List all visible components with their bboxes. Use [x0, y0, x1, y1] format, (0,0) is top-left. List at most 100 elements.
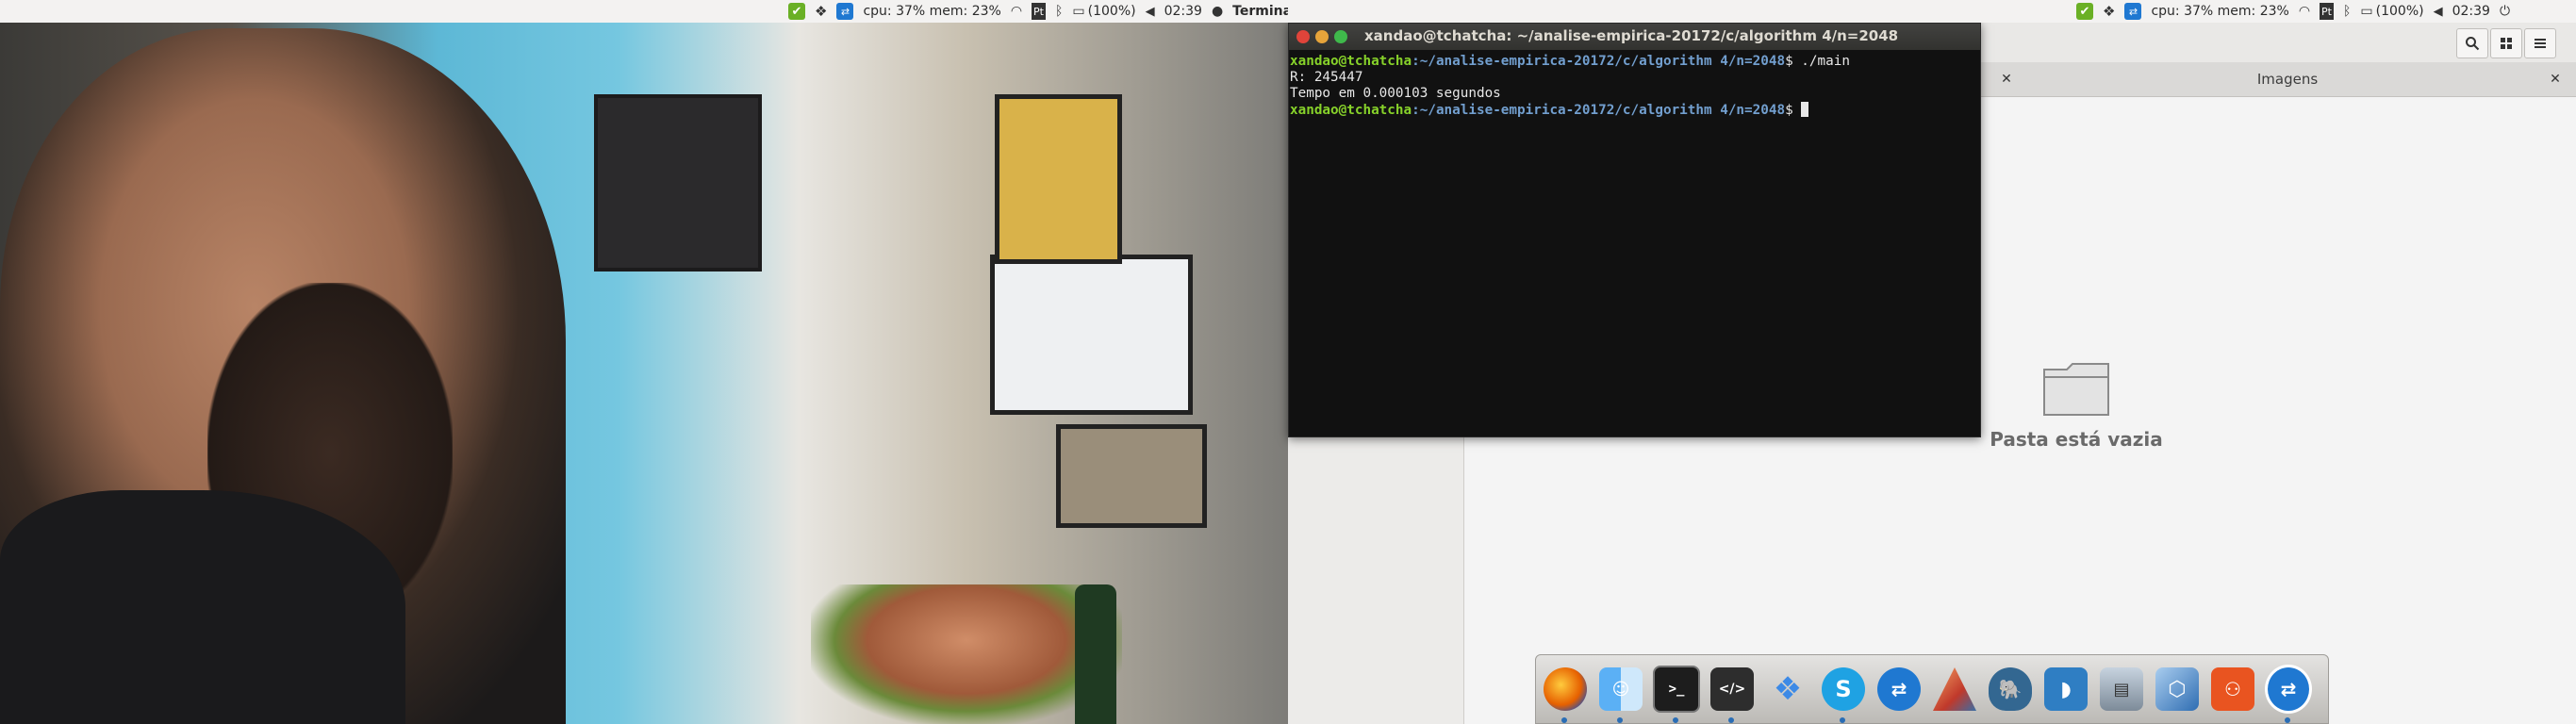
view-grid-button[interactable] [2490, 28, 2522, 58]
clock[interactable]: 02:39 [1164, 3, 1202, 20]
cpu-mem-indicator[interactable]: cpu: 37% mem: 23% [863, 3, 1000, 20]
dock-item-teamviewer-2[interactable]: ⇄ [2265, 663, 2312, 723]
battery-percentage[interactable]: (100%) [2376, 3, 2424, 20]
system-tray: ✔ ❖ ⇄ cpu: 37% mem: 23% ◠ Pt ᛒ ▭ (100%) … [788, 0, 1306, 23]
checkmark-icon[interactable]: ✔ [2076, 3, 2093, 20]
dock-item-scanner[interactable]: ▤ [2098, 663, 2145, 716]
close-button[interactable] [1296, 30, 1310, 43]
minimize-button[interactable] [1315, 30, 1329, 43]
dock-item-mysql-workbench[interactable]: ◗ [2042, 663, 2089, 716]
code-editor-icon: </> [1710, 667, 1754, 711]
desktop-wallpaper [0, 0, 1288, 724]
output-text: R: 245447 [1290, 70, 1363, 85]
active-app-name[interactable]: Terminal [1232, 3, 1296, 20]
empty-folder-message: Pasta está vazia [1990, 428, 2163, 451]
mysql-workbench-icon: ◗ [2044, 667, 2088, 711]
wallpaper-frame [1056, 424, 1207, 528]
wifi-icon[interactable]: ◠ [2299, 3, 2310, 20]
terminal-line: R: 245447 [1290, 70, 1981, 86]
running-indicator [1840, 717, 1845, 723]
dock-item-matlab[interactable] [1931, 663, 1978, 716]
tab-imagens[interactable]: Imagens [2042, 62, 2533, 96]
prompt-user: xandao@tchatcha [1290, 103, 1412, 118]
dock-item-finder[interactable]: ☺ [1597, 663, 1644, 723]
dock-item-virtualbox[interactable]: ⬡ [2154, 663, 2201, 716]
dock: ☺ >_ </> ❖ S ⇄ 🐘 ◗ ▤ ⬡ ⚇ ⇄ [1535, 654, 2329, 724]
volume-icon[interactable]: ◀ [2434, 3, 2443, 20]
wallpaper-frame [990, 255, 1193, 415]
terminal-line: Tempo em 0.000103 segundos [1290, 86, 1981, 102]
teamviewer-2-icon: ⇄ [2265, 665, 2312, 714]
menu-button[interactable] [2524, 28, 2556, 58]
keyboard-layout-indicator[interactable]: Pt [1032, 3, 1046, 20]
dock-item-firefox[interactable] [1542, 663, 1589, 723]
running-indicator [1673, 717, 1678, 723]
top-panel: ✔ ❖ ⇄ cpu: 37% mem: 23% ◠ Pt ᛒ ▭ (100%) … [0, 0, 1296, 23]
dock-item-code-editor[interactable]: </> [1709, 663, 1756, 723]
battery-icon[interactable]: ▭ [1072, 3, 1084, 20]
terminal-output[interactable]: xandao@tchatcha:~/analise-empirica-20172… [1289, 50, 1981, 440]
skype-icon: S [1822, 667, 1865, 711]
top-panel-secondary: ✔ ❖ ⇄ cpu: 37% mem: 23% ◠ Pt ᛒ ▭ (100%) … [1288, 0, 2576, 23]
tab-close-button[interactable]: ✕ [2546, 70, 2565, 89]
apple-menu-icon[interactable]: ● [1212, 3, 1223, 20]
system-tray: ✔ ❖ ⇄ cpu: 37% mem: 23% ◠ Pt ᛒ ▭ (100%) … [2076, 0, 2519, 23]
running-indicator [1561, 717, 1567, 723]
bluetooth-icon[interactable]: ᛒ [2343, 3, 2351, 20]
virtualbox-icon: ⬡ [2155, 667, 2199, 711]
prompt-path: :~/analise-empirica-20172/c/algorithm 4/… [1412, 103, 1786, 118]
command-text: ./main [1801, 54, 1850, 69]
terminal-window[interactable]: xandao@tchatcha: ~/analise-empirica-2017… [1288, 23, 1981, 437]
dock-item-terminal[interactable]: >_ [1653, 663, 1700, 723]
folder-icon [2043, 363, 2109, 416]
dock-item-skype[interactable]: S [1820, 663, 1867, 723]
running-indicator [1728, 717, 1734, 723]
window-title: xandao@tchatcha: ~/analise-empirica-2017… [1364, 27, 1899, 44]
dock-item-dropbox[interactable]: ❖ [1764, 663, 1811, 716]
hamburger-icon [2535, 39, 2546, 48]
dropbox-tray-icon[interactable]: ❖ [2103, 3, 2115, 20]
terminal-titlebar[interactable]: xandao@tchatcha: ~/analise-empirica-2017… [1289, 24, 1980, 50]
clock[interactable]: 02:39 [2452, 3, 2490, 20]
scanner-icon: ▤ [2100, 667, 2143, 711]
power-icon[interactable]: ⏻ [2500, 3, 2510, 20]
wifi-icon[interactable]: ◠ [1011, 3, 1022, 20]
dock-item-ubuntu-software[interactable]: ⚇ [2209, 663, 2256, 716]
wallpaper-frame [995, 94, 1122, 264]
volume-icon[interactable]: ◀ [1146, 3, 1155, 20]
maximize-button[interactable] [1334, 30, 1347, 43]
terminal-line: xandao@tchatcha:~/analise-empirica-20172… [1290, 102, 1981, 118]
search-button[interactable] [2456, 28, 2488, 58]
dock-item-teamviewer[interactable]: ⇄ [1875, 663, 1923, 716]
wallpaper-bottle [1075, 584, 1116, 724]
prompt-suffix: $ [1785, 54, 1802, 69]
prompt-user: xandao@tchatcha [1290, 54, 1412, 69]
dropbox-icon: ❖ [1773, 670, 1803, 708]
postgresql-icon: 🐘 [1989, 667, 2032, 711]
tab-close-button[interactable]: ✕ [1997, 70, 2016, 89]
prompt-path: :~/analise-empirica-20172/c/algorithm 4/… [1412, 54, 1786, 69]
terminal-line: xandao@tchatcha:~/analise-empirica-20172… [1290, 54, 1981, 70]
grid-icon [2501, 38, 2512, 49]
prompt-suffix: $ [1785, 103, 1802, 118]
tab-label: Imagens [2256, 71, 2319, 88]
search-icon [2466, 37, 2480, 51]
teamviewer-icon: ⇄ [1877, 667, 1921, 711]
terminal-icon: >_ [1653, 666, 1700, 713]
teamviewer-tray-icon[interactable]: ⇄ [2124, 3, 2142, 20]
dropbox-tray-icon[interactable]: ❖ [815, 3, 827, 20]
keyboard-layout-indicator[interactable]: Pt [2320, 3, 2334, 20]
battery-percentage[interactable]: (100%) [1088, 3, 1136, 20]
firefox-icon [1544, 667, 1587, 711]
checkmark-icon[interactable]: ✔ [788, 3, 805, 20]
bluetooth-icon[interactable]: ᛒ [1055, 3, 1063, 20]
teamviewer-tray-icon[interactable]: ⇄ [836, 3, 854, 20]
ubuntu-software-icon: ⚇ [2211, 667, 2254, 711]
running-indicator [1617, 717, 1623, 723]
battery-icon[interactable]: ▭ [2360, 3, 2372, 20]
finder-icon: ☺ [1599, 667, 1643, 711]
cpu-mem-indicator[interactable]: cpu: 37% mem: 23% [2151, 3, 2288, 20]
dock-item-postgresql[interactable]: 🐘 [1987, 663, 2034, 716]
empty-folder-placeholder: Pasta está vazia [1944, 360, 2208, 451]
wallpaper-frame [594, 94, 762, 272]
